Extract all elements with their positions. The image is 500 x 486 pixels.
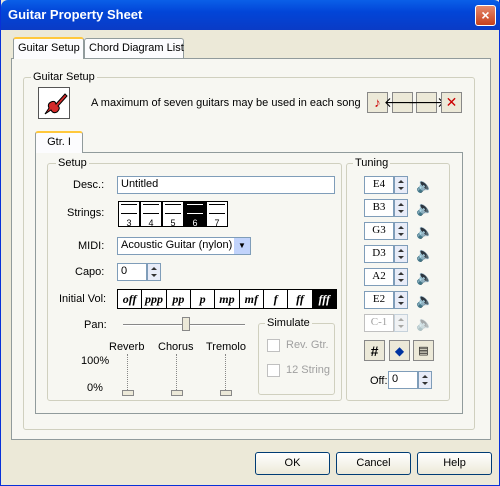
tuning-preset-button[interactable]: ◆	[389, 340, 410, 361]
close-button[interactable]: ×	[475, 5, 496, 26]
pan-label: Pan:	[84, 319, 107, 331]
chorus-slider[interactable]	[171, 354, 183, 396]
pan-slider-thumb[interactable]	[182, 317, 190, 331]
volume-option-ppp[interactable]: ppp	[142, 290, 167, 308]
strings-option-label: 7	[214, 218, 220, 228]
strings-option-6[interactable]: 6	[184, 201, 206, 228]
reverb-label: Reverb	[109, 341, 145, 353]
capo-label: Capo:	[75, 266, 105, 278]
midi-selected-value: Acoustic Guitar (nylon)	[121, 239, 233, 251]
initial-vol-label: Initial Vol:	[59, 293, 107, 305]
capo-field[interactable]: 0	[117, 263, 147, 281]
strings-option-5[interactable]: 5	[162, 201, 184, 228]
tuning-dialog-button[interactable]: ▤	[413, 340, 434, 361]
strings-option-7[interactable]: 7	[206, 201, 228, 228]
volume-option-f[interactable]: f	[264, 290, 289, 308]
tuning-stepper[interactable]	[394, 176, 408, 194]
next-guitar-button[interactable]: 🡒	[408, 92, 445, 113]
tuning-offset-field[interactable]: 0	[388, 371, 418, 389]
chevron-down-icon: ▼	[234, 238, 250, 254]
speaker-icon[interactable]: 🔈	[415, 244, 435, 264]
volume-option-fff[interactable]: fff	[312, 290, 336, 308]
volume-option-ff[interactable]: ff	[288, 290, 313, 308]
tuning-string-2[interactable]: B3	[364, 199, 394, 217]
desc-label: Desc.:	[73, 179, 105, 191]
guitar-icon	[38, 87, 70, 119]
volume-option-mf[interactable]: mf	[240, 290, 264, 308]
tuning-string-4[interactable]: D3	[364, 245, 394, 263]
title-bar: Guitar Property Sheet ×	[1, 0, 500, 30]
tab-gtr-1[interactable]: Gtr. I	[35, 131, 83, 153]
tuning-string-3[interactable]: G3	[364, 222, 394, 240]
tuning-preset-icon: ◆	[394, 343, 405, 358]
tuning-stepper[interactable]	[394, 222, 408, 240]
tuning-stepper[interactable]	[394, 291, 408, 309]
guitar-limit-info: A maximum of seven guitars may be used i…	[91, 97, 361, 109]
cancel-button[interactable]: Cancel	[336, 452, 411, 475]
twelve-string-label: 12 String	[286, 364, 331, 376]
tab-guitar-setup[interactable]: Guitar Setup	[13, 37, 84, 59]
speaker-icon[interactable]: 🔈	[415, 175, 435, 195]
percent-0-label: 0%	[87, 382, 103, 394]
tuning-stepper[interactable]	[394, 314, 408, 332]
speaker-icon[interactable]: 🔈	[415, 313, 435, 333]
speaker-icon[interactable]: 🔈	[415, 290, 435, 310]
ok-button[interactable]: OK	[255, 452, 330, 475]
midi-select[interactable]: Acoustic Guitar (nylon) ▼	[117, 237, 251, 255]
document-icon: ▤	[418, 345, 429, 357]
speaker-icon[interactable]: 🔈	[415, 267, 435, 287]
setup-label: Setup	[56, 157, 89, 169]
simulate-label: Simulate	[265, 317, 312, 329]
window-title: Guitar Property Sheet	[8, 7, 143, 22]
volume-option-off[interactable]: off	[118, 290, 143, 308]
simulate-group	[258, 323, 335, 395]
tuning-label: Tuning	[353, 157, 391, 169]
volume-option-pp[interactable]: pp	[167, 290, 191, 308]
strings-option-label: 4	[148, 218, 154, 228]
reverb-slider[interactable]	[122, 354, 134, 396]
tuning-offset-stepper[interactable]	[418, 371, 432, 389]
tuning-stepper[interactable]	[394, 245, 408, 263]
guitar-setup-label: Guitar Setup	[31, 71, 97, 83]
help-button[interactable]: Help	[417, 452, 492, 475]
strings-option-3[interactable]: 3	[118, 201, 140, 228]
speaker-icon[interactable]: 🔈	[415, 221, 435, 241]
tremolo-label: Tremolo	[206, 341, 246, 353]
percent-100-label: 100%	[81, 355, 110, 367]
guitar-add-icon: ♪	[374, 95, 381, 110]
tremolo-slider[interactable]	[220, 354, 232, 396]
tuning-stepper[interactable]	[394, 199, 408, 217]
tuning-string-7[interactable]: C-1	[364, 314, 394, 332]
tuning-offset-label: Off:	[370, 375, 388, 387]
tuning-string-5[interactable]: A2	[364, 268, 394, 286]
capo-stepper[interactable]	[147, 263, 161, 281]
chorus-label: Chorus	[158, 341, 194, 353]
strings-option-label: 6	[192, 218, 198, 228]
twelve-string-checkbox[interactable]	[267, 364, 280, 377]
delete-guitar-button[interactable]: ✕	[441, 92, 462, 113]
dialog-window: Guitar Property Sheet × Guitar Setup Cho…	[0, 0, 500, 486]
tuning-string-6[interactable]: E2	[364, 291, 394, 309]
volume-option-mp[interactable]: mp	[215, 290, 240, 308]
rev-gtr-label: Rev. Gtr.	[286, 339, 329, 351]
sharp-toggle-button[interactable]: #	[364, 340, 385, 361]
tuning-stepper[interactable]	[394, 268, 408, 286]
desc-field[interactable]: Untitled	[117, 176, 335, 194]
midi-label: MIDI:	[78, 240, 105, 252]
strings-option-label: 3	[126, 218, 132, 228]
volume-selector: off ppp pp p mp mf f ff fff	[117, 289, 337, 309]
strings-label: Strings:	[67, 207, 105, 219]
tab-chord-diagram-list[interactable]: Chord Diagram List	[84, 38, 184, 59]
rev-gtr-checkbox[interactable]	[267, 339, 280, 352]
strings-option-4[interactable]: 4	[140, 201, 162, 228]
tuning-string-1[interactable]: E4	[364, 176, 394, 194]
speaker-icon[interactable]: 🔈	[415, 198, 435, 218]
strings-option-label: 5	[170, 218, 176, 228]
volume-option-p[interactable]: p	[191, 290, 216, 308]
